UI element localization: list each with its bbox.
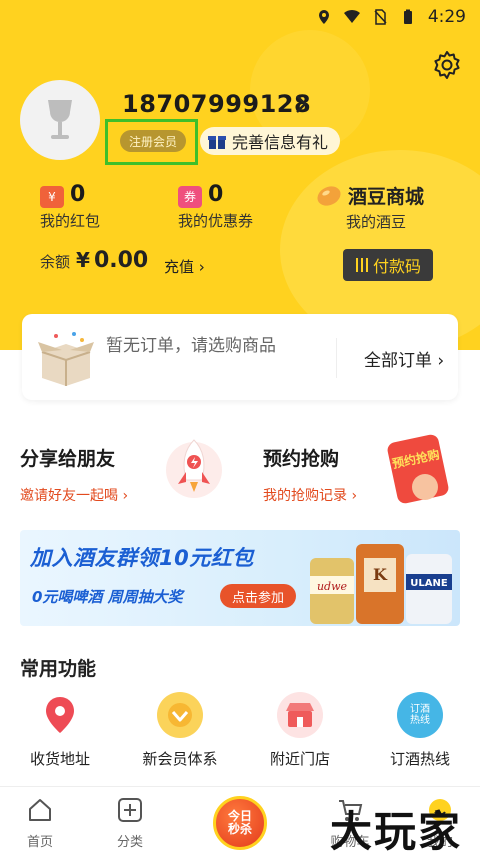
- can-label-3: ULANE: [410, 578, 448, 589]
- divider: [336, 338, 337, 378]
- new-member-system[interactable]: 新会员体系: [125, 692, 235, 769]
- status-time: 4:29: [427, 7, 466, 27]
- location-icon: [318, 10, 329, 24]
- invite-label: 邀请好友一起喝: [20, 488, 118, 504]
- bean-icon: [317, 185, 341, 206]
- empty-box-icon: [38, 332, 94, 386]
- status-bar: 4:29: [0, 0, 480, 34]
- empty-orders-text: 暂无订单，请选购商品: [106, 336, 276, 356]
- settings-gear-icon[interactable]: [432, 50, 462, 80]
- can-label-1: udwe: [317, 580, 348, 593]
- nearby-stores[interactable]: 附近门店: [245, 692, 355, 769]
- perfect-info-button[interactable]: 完善信息有礼: [200, 127, 341, 155]
- bean-label: 我的酒豆: [346, 213, 407, 231]
- coupon-stat[interactable]: 券0 我的优惠券: [178, 182, 253, 231]
- header-background: [0, 0, 480, 350]
- tab-home[interactable]: 首页: [0, 787, 80, 853]
- perfect-info-label: 完善信息有礼: [232, 133, 329, 152]
- member-badge-icon: [157, 692, 203, 738]
- phone-number[interactable]: 18707999128: [122, 90, 311, 118]
- paycode-label: 付款码: [372, 257, 421, 276]
- reserve-feature[interactable]: 预约抢购 我的抢购记录 ›: [263, 444, 357, 505]
- banner-headline: 加入酒友群领10元红包: [30, 546, 254, 570]
- share-feature[interactable]: 分享给朋友 邀请好友一起喝 ›: [20, 444, 128, 505]
- store-icon: [277, 692, 323, 738]
- wifi-icon: [343, 9, 360, 23]
- reserve-records-label: 我的抢购记录: [263, 488, 347, 504]
- recharge-link[interactable]: 充值 ›: [164, 256, 205, 277]
- balance-label: 余额: [40, 253, 71, 271]
- order-card: 暂无订单，请选购商品 全部订单 ›: [22, 314, 458, 400]
- new-member-system-label: 新会员体系: [142, 750, 218, 768]
- shipping-address[interactable]: 收货地址: [5, 692, 115, 769]
- invite-link[interactable]: 邀请好友一起喝 ›: [20, 485, 128, 505]
- battery-icon: [403, 9, 412, 24]
- all-orders-label: 全部订单: [364, 351, 432, 371]
- coupon-icon: 券: [178, 185, 202, 208]
- barcode-icon: [355, 258, 368, 272]
- category-icon: [118, 798, 142, 822]
- home-icon: [29, 799, 51, 821]
- gift-icon: [208, 136, 226, 149]
- red-packet-stat[interactable]: ¥0 我的红包: [40, 182, 100, 231]
- flash-sale-label: 今日秒杀: [227, 809, 252, 836]
- beer-cans-icon: udwe K ULANE: [310, 544, 452, 624]
- tab-category-label: 分类: [116, 835, 143, 850]
- highlight-box: [105, 119, 198, 165]
- promo-banner[interactable]: 加入酒友群领10元红包 0元喝啤酒 周周抽大奖 点击参加 udwe K ULAN…: [20, 530, 460, 626]
- balance-amount: 0.00: [93, 248, 149, 273]
- no-sim-icon: [374, 9, 387, 25]
- nearby-stores-label: 附近门店: [269, 750, 330, 768]
- hand-icon: [412, 474, 438, 500]
- paycode-button[interactable]: 付款码: [343, 249, 433, 281]
- recharge-label: 充值: [164, 258, 195, 276]
- all-orders-link[interactable]: 全部订单 ›: [364, 346, 444, 371]
- tab-flash-sale[interactable]: 今日秒杀: [213, 796, 267, 850]
- reserve-records-link[interactable]: 我的抢购记录 ›: [263, 485, 357, 505]
- reserve-title: 预约抢购: [263, 448, 340, 470]
- order-hotline[interactable]: 订酒热线 订酒热线: [365, 692, 475, 769]
- coupon-count: 0: [208, 182, 224, 207]
- tab-category[interactable]: 分类: [90, 787, 170, 853]
- reserve-illustration-text: 预约抢购: [390, 447, 441, 472]
- hotline-icon-text: 订酒热线: [410, 704, 430, 726]
- share-title: 分享给朋友: [20, 448, 116, 470]
- banner-subtext: 0元喝啤酒 周周抽大奖: [32, 588, 183, 606]
- balance-currency: ¥: [76, 248, 90, 272]
- shipping-address-label: 收货地址: [29, 750, 90, 768]
- rocket-icon: [166, 439, 222, 498]
- wine-glass-icon: [48, 100, 72, 139]
- red-packet-label: 我的红包: [40, 211, 101, 230]
- can-label-2: K: [373, 565, 388, 584]
- hotline-icon: 订酒热线: [397, 692, 443, 738]
- chevron-right-icon[interactable]: [294, 94, 308, 114]
- bean-mall-title: 酒豆商城: [348, 186, 425, 208]
- avatar[interactable]: [20, 80, 100, 160]
- watermark: 大玩家: [330, 807, 463, 853]
- red-packet-icon: ¥: [40, 185, 64, 208]
- coupon-label: 我的优惠券: [178, 211, 254, 230]
- balance: 余额 ¥ 0.00: [40, 248, 148, 273]
- join-button[interactable]: 点击参加: [220, 584, 296, 608]
- location-pin-icon: [37, 692, 83, 738]
- tab-home-label: 首页: [26, 835, 53, 850]
- red-packet-count: 0: [70, 182, 86, 207]
- common-functions-title: 常用功能: [20, 658, 97, 680]
- order-hotline-label: 订酒热线: [389, 750, 450, 768]
- bean-mall-stat[interactable]: 酒豆商城 我的酒豆: [316, 182, 424, 232]
